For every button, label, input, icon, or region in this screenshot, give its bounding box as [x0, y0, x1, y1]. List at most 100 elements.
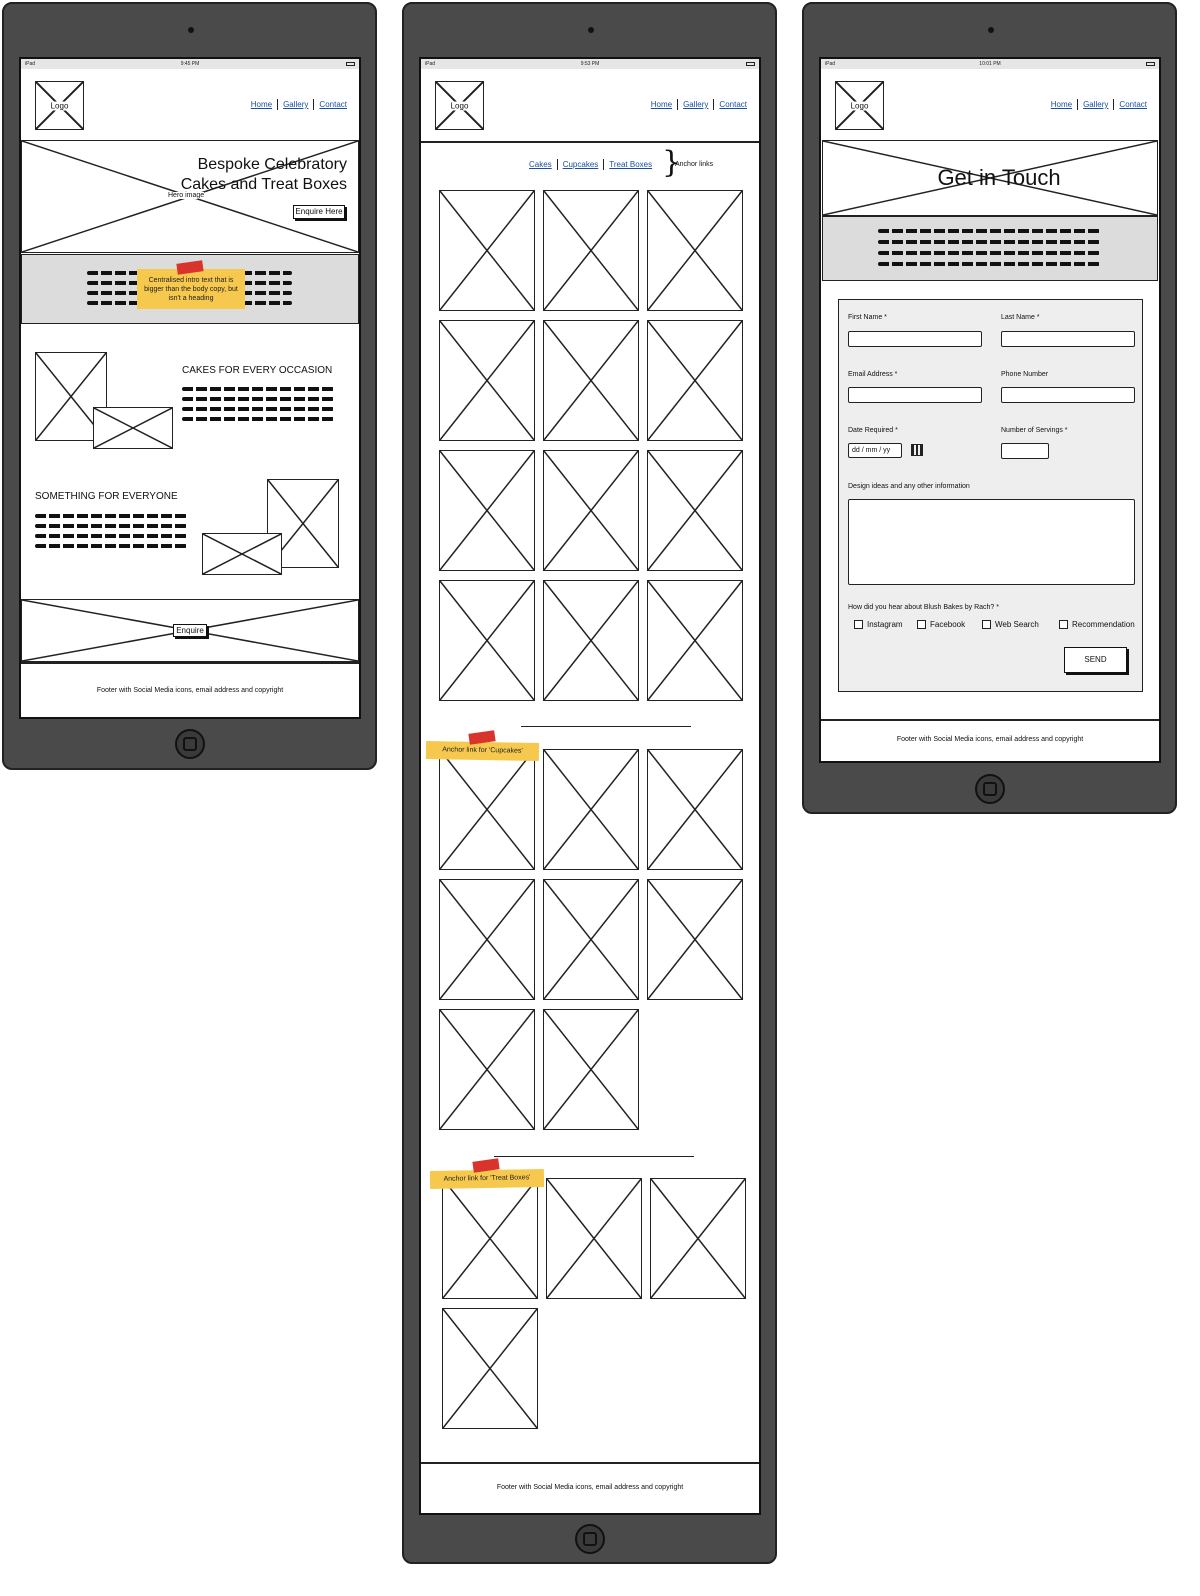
intro-text-scribble	[878, 251, 1100, 255]
nav-home[interactable]: Home	[651, 100, 672, 109]
email-field[interactable]	[848, 387, 982, 403]
nav-gallery[interactable]: Gallery	[1083, 100, 1108, 109]
logo[interactable]: Logo	[435, 81, 484, 130]
nav-divider	[313, 99, 315, 110]
checkbox-facebook[interactable]: Facebook	[917, 620, 965, 629]
send-button[interactable]: SEND	[1064, 647, 1127, 673]
cakes-image[interactable]	[647, 320, 743, 441]
cupcakes-image[interactable]	[543, 879, 639, 1000]
treat-box-image[interactable]	[442, 1308, 538, 1429]
battery-icon	[1146, 62, 1155, 66]
enquire-button[interactable]: Enquire	[173, 624, 207, 637]
main-nav: Home Gallery Contact	[1051, 99, 1147, 110]
cakes-image[interactable]	[647, 190, 743, 311]
enquire-here-button[interactable]: Enquire Here	[293, 205, 345, 219]
servings-label: Number of Servings *	[1001, 427, 1068, 434]
date-field[interactable]: dd / mm / yy	[848, 443, 902, 458]
last-name-label: Last Name *	[1001, 314, 1040, 321]
intro-annotation-note: Centralised intro text that is bigger th…	[137, 269, 245, 309]
nav-divider	[1113, 99, 1115, 110]
cakes-image[interactable]	[439, 320, 535, 441]
cupcakes-image[interactable]	[439, 749, 535, 870]
nav-contact[interactable]: Contact	[1119, 100, 1147, 109]
footer-note: Footer with Social Media icons, email ad…	[96, 687, 284, 694]
cakes-image[interactable]	[439, 190, 535, 311]
cakes-image[interactable]	[647, 450, 743, 571]
date-placeholder: dd / mm / yy	[852, 447, 891, 454]
design-label: Design ideas and any other information	[848, 483, 970, 490]
nav-home[interactable]: Home	[1051, 100, 1072, 109]
checkbox-recommendation[interactable]: Recommendation	[1059, 620, 1135, 629]
section1-heading: CAKES FOR EVERY OCCASION	[182, 365, 333, 376]
cupcakes-image[interactable]	[647, 879, 743, 1000]
nav-divider	[713, 99, 715, 110]
battery-icon	[346, 62, 355, 66]
cupcakes-image[interactable]	[647, 749, 743, 870]
status-time: 9:53 PM	[580, 61, 600, 67]
cakes-image[interactable]	[439, 580, 535, 701]
contact-screen: iPad 10:01 PM Logo Home Gallery Contact …	[819, 57, 1161, 763]
home-button-icon	[175, 729, 205, 759]
phone-field[interactable]	[1001, 387, 1135, 403]
phone-label: Phone Number	[1001, 371, 1049, 378]
camera	[188, 27, 194, 33]
status-bar: iPad 10:01 PM	[821, 59, 1159, 69]
checkbox-icon[interactable]	[854, 620, 863, 629]
treatboxes-divider	[494, 1156, 694, 1157]
anchor-treat-boxes[interactable]: Treat Boxes	[609, 160, 652, 169]
hero-title-line2: Cakes and Treat Boxes	[180, 176, 347, 193]
ipad-home-frame: iPad 9:45 PM Logo Home Gallery Contact B…	[2, 2, 377, 770]
cupcakes-image[interactable]	[543, 1009, 639, 1130]
anchor-links: Cakes Cupcakes Treat Boxes	[529, 159, 652, 170]
body-text-scribble	[35, 544, 187, 548]
cakes-image[interactable]	[543, 580, 639, 701]
logo[interactable]: Logo	[35, 81, 84, 130]
first-name-field[interactable]	[848, 331, 982, 347]
checkbox-icon[interactable]	[982, 620, 991, 629]
calendar-icon[interactable]	[911, 444, 923, 456]
nav-gallery[interactable]: Gallery	[283, 100, 308, 109]
footer-note: Footer with Social Media icons, email ad…	[896, 736, 1084, 743]
checkbox-icon[interactable]	[917, 620, 926, 629]
nav-home[interactable]: Home	[251, 100, 272, 109]
body-text-scribble	[35, 514, 187, 518]
cupcakes-image[interactable]	[543, 749, 639, 870]
logo-label: Logo	[49, 101, 70, 110]
nav-divider	[277, 99, 279, 110]
checkbox-label: Recommendation	[1072, 620, 1135, 629]
cupcakes-image[interactable]	[439, 1009, 535, 1130]
footer-divider	[21, 662, 359, 664]
status-time: 10:01 PM	[979, 61, 1001, 67]
main-nav: Home Gallery Contact	[251, 99, 347, 110]
intro-text-scribble	[878, 240, 1100, 244]
anchor-cakes[interactable]: Cakes	[529, 160, 552, 169]
design-textarea[interactable]	[848, 499, 1135, 585]
hero-image-label: Hero image	[168, 192, 205, 199]
last-name-field[interactable]	[1001, 331, 1135, 347]
nav-contact[interactable]: Contact	[319, 100, 347, 109]
cakes-image[interactable]	[439, 450, 535, 571]
main-nav: Home Gallery Contact	[651, 99, 747, 110]
cakes-image[interactable]	[543, 190, 639, 311]
treat-box-image[interactable]	[546, 1178, 642, 1299]
nav-divider	[677, 99, 679, 110]
anchor-cupcakes[interactable]: Cupcakes	[563, 160, 599, 169]
checkbox-web-search[interactable]: Web Search	[982, 620, 1039, 629]
logo[interactable]: Logo	[835, 81, 884, 130]
treat-box-image[interactable]	[442, 1178, 538, 1299]
cakes-image[interactable]	[647, 580, 743, 701]
section2-image-small	[202, 533, 282, 575]
nav-divider	[556, 159, 558, 170]
checkbox-icon[interactable]	[1059, 620, 1068, 629]
home-button-icon	[575, 1524, 605, 1554]
gallery-screen: iPad 9:53 PM Logo Home Gallery Contact C…	[419, 57, 761, 1515]
cakes-image[interactable]	[543, 320, 639, 441]
checkbox-instagram[interactable]: Instagram	[854, 620, 903, 629]
cupcakes-image[interactable]	[439, 879, 535, 1000]
nav-contact[interactable]: Contact	[719, 100, 747, 109]
checkbox-label: Web Search	[995, 620, 1039, 629]
servings-field[interactable]	[1001, 443, 1049, 459]
nav-gallery[interactable]: Gallery	[683, 100, 708, 109]
treat-box-image[interactable]	[650, 1178, 746, 1299]
cakes-image[interactable]	[543, 450, 639, 571]
